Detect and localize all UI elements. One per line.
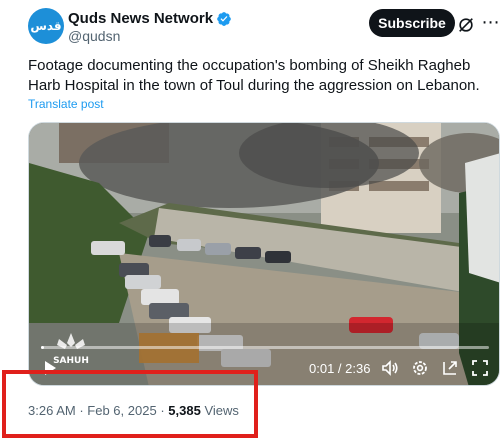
video-progress-fill [41, 346, 44, 349]
name-row: Quds News Network [68, 10, 232, 27]
video-progress-bar[interactable] [41, 346, 489, 349]
avatar-text: قدس [30, 19, 62, 33]
highlight-annotation-box [2, 370, 258, 438]
video-player[interactable]: SAHUH 0:01 / 2:36 [28, 122, 500, 386]
avatar[interactable]: قدس [28, 8, 64, 44]
more-options-icon[interactable]: ⋯ [481, 12, 501, 32]
fullscreen-icon[interactable] [471, 359, 489, 377]
video-time: 0:01 / 2:36 [309, 361, 371, 376]
picture-in-picture-icon[interactable] [441, 359, 459, 377]
translate-post-link[interactable]: Translate post [28, 97, 104, 111]
subscribe-button[interactable]: Subscribe [369, 9, 455, 37]
post-text: Footage documenting the occupation's bom… [28, 57, 480, 94]
grok-icon[interactable] [457, 16, 475, 34]
settings-icon[interactable] [411, 359, 429, 377]
post-header: قدس Quds News Network @qudsn Subscribe ⋯ [28, 6, 500, 46]
volume-icon[interactable] [381, 359, 399, 377]
display-name[interactable]: Quds News Network [68, 10, 213, 27]
handle[interactable]: @qudsn [68, 28, 120, 44]
verified-badge-icon [217, 11, 231, 26]
